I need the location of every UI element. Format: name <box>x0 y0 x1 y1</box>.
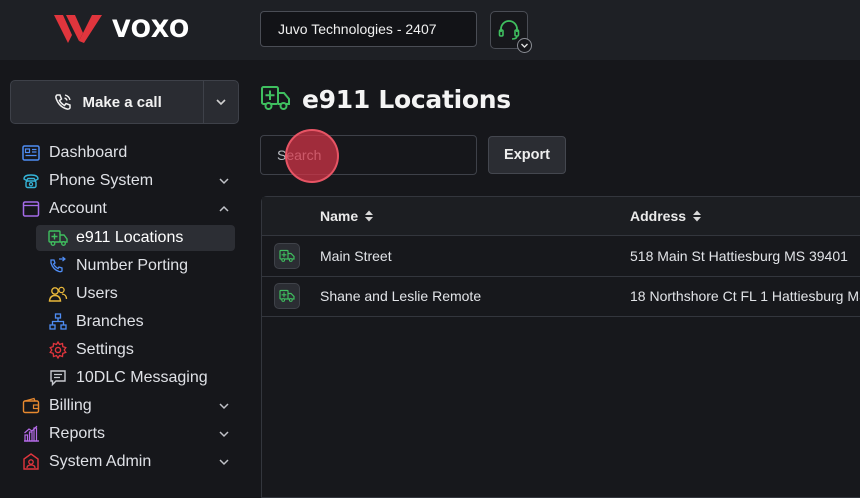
sidebar-item-phone-system[interactable]: Phone System <box>20 168 236 194</box>
chevron-down-icon <box>219 403 229 410</box>
sidebar-item-10dlc-messaging[interactable]: 10DLC Messaging <box>36 365 235 391</box>
support-dropdown-toggle[interactable] <box>517 38 532 53</box>
sidebar-item-settings[interactable]: Settings <box>36 337 235 363</box>
phone-call-icon <box>54 94 71 110</box>
location-edit-button[interactable] <box>274 283 300 309</box>
chevron-down-icon <box>219 178 229 185</box>
sidebar-item-label: System Admin <box>49 453 152 470</box>
sidebar-item-billing[interactable]: Billing <box>20 393 236 419</box>
sort-icon <box>693 210 702 222</box>
support-button[interactable] <box>490 11 532 53</box>
voxo-logo[interactable]: VOXO <box>52 12 190 46</box>
sidebar-item-label: Account <box>49 200 107 217</box>
locations-table: Name Address Main Street 518 Main St Hat… <box>261 196 860 498</box>
account-icon <box>20 198 42 220</box>
sidebar-item-label: e911 Locations <box>76 229 184 246</box>
make-call-button-group: Make a call <box>10 80 239 124</box>
ambulance-icon <box>279 289 295 302</box>
logo-text: VOXO <box>112 15 190 43</box>
sidebar-item-label: Number Porting <box>76 257 189 274</box>
sidebar-item-label: Reports <box>49 425 106 442</box>
page-title: e911 Locations <box>302 84 511 114</box>
users-icon <box>47 283 69 305</box>
column-header-address[interactable]: Address <box>630 208 702 224</box>
organization-selector[interactable]: Juvo Technologies - 2407 <box>260 11 477 47</box>
make-call-dropdown[interactable] <box>203 81 238 123</box>
sidebar-item-label: Dashboard <box>49 144 128 161</box>
page-header: e911 Locations <box>260 84 511 114</box>
location-name: Shane and Leslie Remote <box>320 288 482 304</box>
sidebar-item-dashboard[interactable]: Dashboard <box>20 140 236 166</box>
sidebar-item-account[interactable]: Account <box>20 196 236 222</box>
sidebar-item-number-porting[interactable]: Number Porting <box>36 253 235 279</box>
gear-icon <box>47 339 69 361</box>
search-input[interactable] <box>260 135 477 175</box>
chevron-down-icon <box>216 99 226 106</box>
message-icon <box>47 367 69 389</box>
export-button[interactable]: Export <box>488 136 566 174</box>
wallet-icon <box>20 395 42 417</box>
sort-icon <box>365 210 374 222</box>
sidebar-item-label: Settings <box>76 341 134 358</box>
sidebar-item-label: Users <box>76 285 118 302</box>
location-address: 518 Main St Hattiesburg MS 39401 <box>630 248 848 264</box>
ambulance-icon <box>47 227 69 249</box>
sidebar-item-label: Billing <box>49 397 92 414</box>
organization-name: Juvo Technologies - 2407 <box>278 21 437 37</box>
table-header: Name Address <box>262 197 860 236</box>
voxo-logo-mark-icon <box>54 15 102 43</box>
location-address: 18 Northshore Ct FL 1 Hattiesburg MS <box>630 288 860 304</box>
sidebar-item-label: Phone System <box>49 172 154 189</box>
make-call-button[interactable]: Make a call <box>11 81 203 123</box>
make-call-label: Make a call <box>82 93 162 111</box>
sidebar-item-label: 10DLC Messaging <box>76 369 208 386</box>
chevron-down-icon <box>219 431 229 438</box>
sidebar-item-system-admin[interactable]: System Admin <box>20 449 236 475</box>
chevron-down-icon <box>521 43 528 48</box>
ambulance-icon <box>261 86 290 110</box>
table-row[interactable]: Main Street 518 Main St Hattiesburg MS 3… <box>262 236 860 277</box>
export-label: Export <box>504 147 550 163</box>
chevron-down-icon <box>219 459 229 466</box>
sidebar-item-label: Branches <box>76 313 144 330</box>
dashboard-icon <box>20 142 42 164</box>
column-header-name[interactable]: Name <box>320 208 374 224</box>
phone-icon <box>20 170 42 192</box>
location-edit-button[interactable] <box>274 243 300 269</box>
sidebar-item-reports[interactable]: Reports <box>20 421 236 447</box>
sidebar-item-branches[interactable]: Branches <box>36 309 235 335</box>
branches-icon <box>47 311 69 333</box>
ambulance-icon <box>279 249 295 262</box>
top-bar: VOXO Juvo Technologies - 2407 <box>0 0 860 60</box>
porting-icon <box>47 255 69 277</box>
admin-icon <box>20 451 42 473</box>
sidebar-item-users[interactable]: Users <box>36 281 235 307</box>
location-name: Main Street <box>320 248 392 264</box>
chevron-up-icon <box>219 205 229 212</box>
table-row[interactable]: Shane and Leslie Remote 18 Northshore Ct… <box>262 276 860 317</box>
chart-icon <box>20 423 42 445</box>
sidebar-item-e911-locations[interactable]: e911 Locations <box>36 225 235 251</box>
